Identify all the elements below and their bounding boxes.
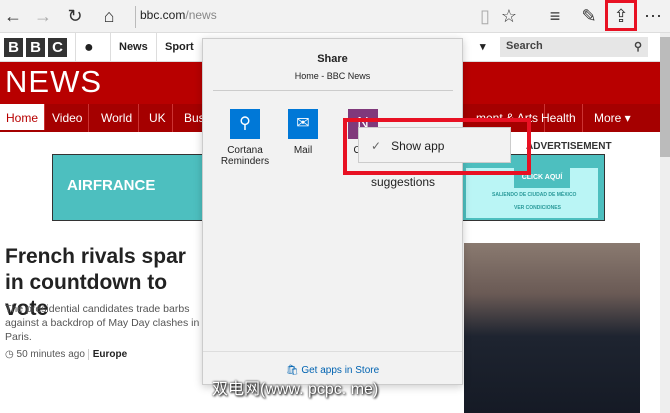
account-icon[interactable]: ● <box>75 33 102 62</box>
watermark: 双电网(www. pcpc. me) <box>212 381 379 398</box>
app-label: Cortana Reminders <box>220 145 270 167</box>
clock-icon: ◷ <box>5 349 14 360</box>
nav-more[interactable]: More ▾ <box>588 104 637 132</box>
nav-home[interactable]: Home <box>0 104 46 130</box>
ad-line1: SALIENDO DE CIUDAD DE MÉXICO <box>492 192 577 198</box>
divider <box>135 6 136 28</box>
ad-line2: VER CONDICIONES <box>514 205 561 211</box>
ad-brand: AIRFRANCE <box>67 177 156 194</box>
news-title[interactable]: NEWS <box>5 64 102 100</box>
mail-icon: ✉ <box>288 109 318 139</box>
ad-offer: CLICK AQUÍ SALIENDO DE CIUDAD DE MÉXICO … <box>466 168 598 218</box>
web-note-icon[interactable]: ✎ <box>576 4 602 28</box>
search-placeholder: Search <box>506 40 543 52</box>
browser-toolbar: ← → ↻ ⌂ bbc.com/news ▯ ☆ ≡ ✎ ⇪ ⋯ <box>0 0 670 33</box>
story-meta: ◷ 50 minutes ago Europe <box>5 349 128 360</box>
home-icon[interactable]: ⌂ <box>96 4 122 28</box>
reading-view-icon[interactable]: ▯ <box>472 4 498 28</box>
bbc-logo[interactable]: C <box>48 38 67 57</box>
url-host: bbc.com <box>140 8 186 22</box>
nav-health[interactable]: Health <box>535 104 583 132</box>
divider <box>203 351 462 352</box>
topnav-news[interactable]: News <box>110 33 156 62</box>
nav-video[interactable]: Video <box>46 104 90 132</box>
story-photo[interactable] <box>464 243 640 413</box>
more-icon[interactable]: ⋯ <box>640 4 666 28</box>
search-input[interactable]: Search ⚲ <box>500 37 648 57</box>
address-bar[interactable]: bbc.com/news <box>140 8 217 22</box>
scrollbar[interactable] <box>660 33 670 413</box>
topnav-sport[interactable]: Sport <box>156 33 202 62</box>
share-subtitle: Home - BBC News <box>294 71 371 81</box>
share-panel: Share Home - BBC News ⚲ Cortana Reminders… <box>202 38 463 385</box>
favorite-star-icon[interactable]: ☆ <box>496 4 522 28</box>
cortana-search-icon: ⚲ <box>230 109 260 139</box>
bbc-logo[interactable]: B <box>4 38 23 57</box>
app-label: Mail <box>293 145 313 156</box>
hub-icon[interactable]: ≡ <box>542 4 568 28</box>
share-title: Share <box>317 53 348 65</box>
forward-icon[interactable]: → <box>30 4 56 28</box>
ad-label: ADVERTISEMENT <box>526 141 612 152</box>
refresh-icon[interactable]: ↻ <box>62 4 88 28</box>
menu-highlight <box>343 118 531 175</box>
search-icon[interactable]: ⚲ <box>634 40 642 53</box>
url-path: /news <box>185 8 217 22</box>
divider <box>213 90 453 91</box>
nav-uk[interactable]: UK <box>143 104 173 132</box>
story-time: 50 minutes ago <box>16 349 85 360</box>
share-button-highlight <box>605 0 637 31</box>
bbc-logo[interactable]: B <box>26 38 45 57</box>
app-cortana[interactable]: ⚲ Cortana Reminders <box>215 109 275 167</box>
nav-world[interactable]: World <box>95 104 140 132</box>
back-icon[interactable]: ← <box>0 4 26 28</box>
story-summary: The presidential candidates trade barbs … <box>5 303 200 343</box>
more-dropdown-icon[interactable]: ▾ <box>472 33 494 62</box>
story-section[interactable]: Europe <box>87 349 128 360</box>
app-mail[interactable]: ✉ Mail <box>273 109 333 156</box>
